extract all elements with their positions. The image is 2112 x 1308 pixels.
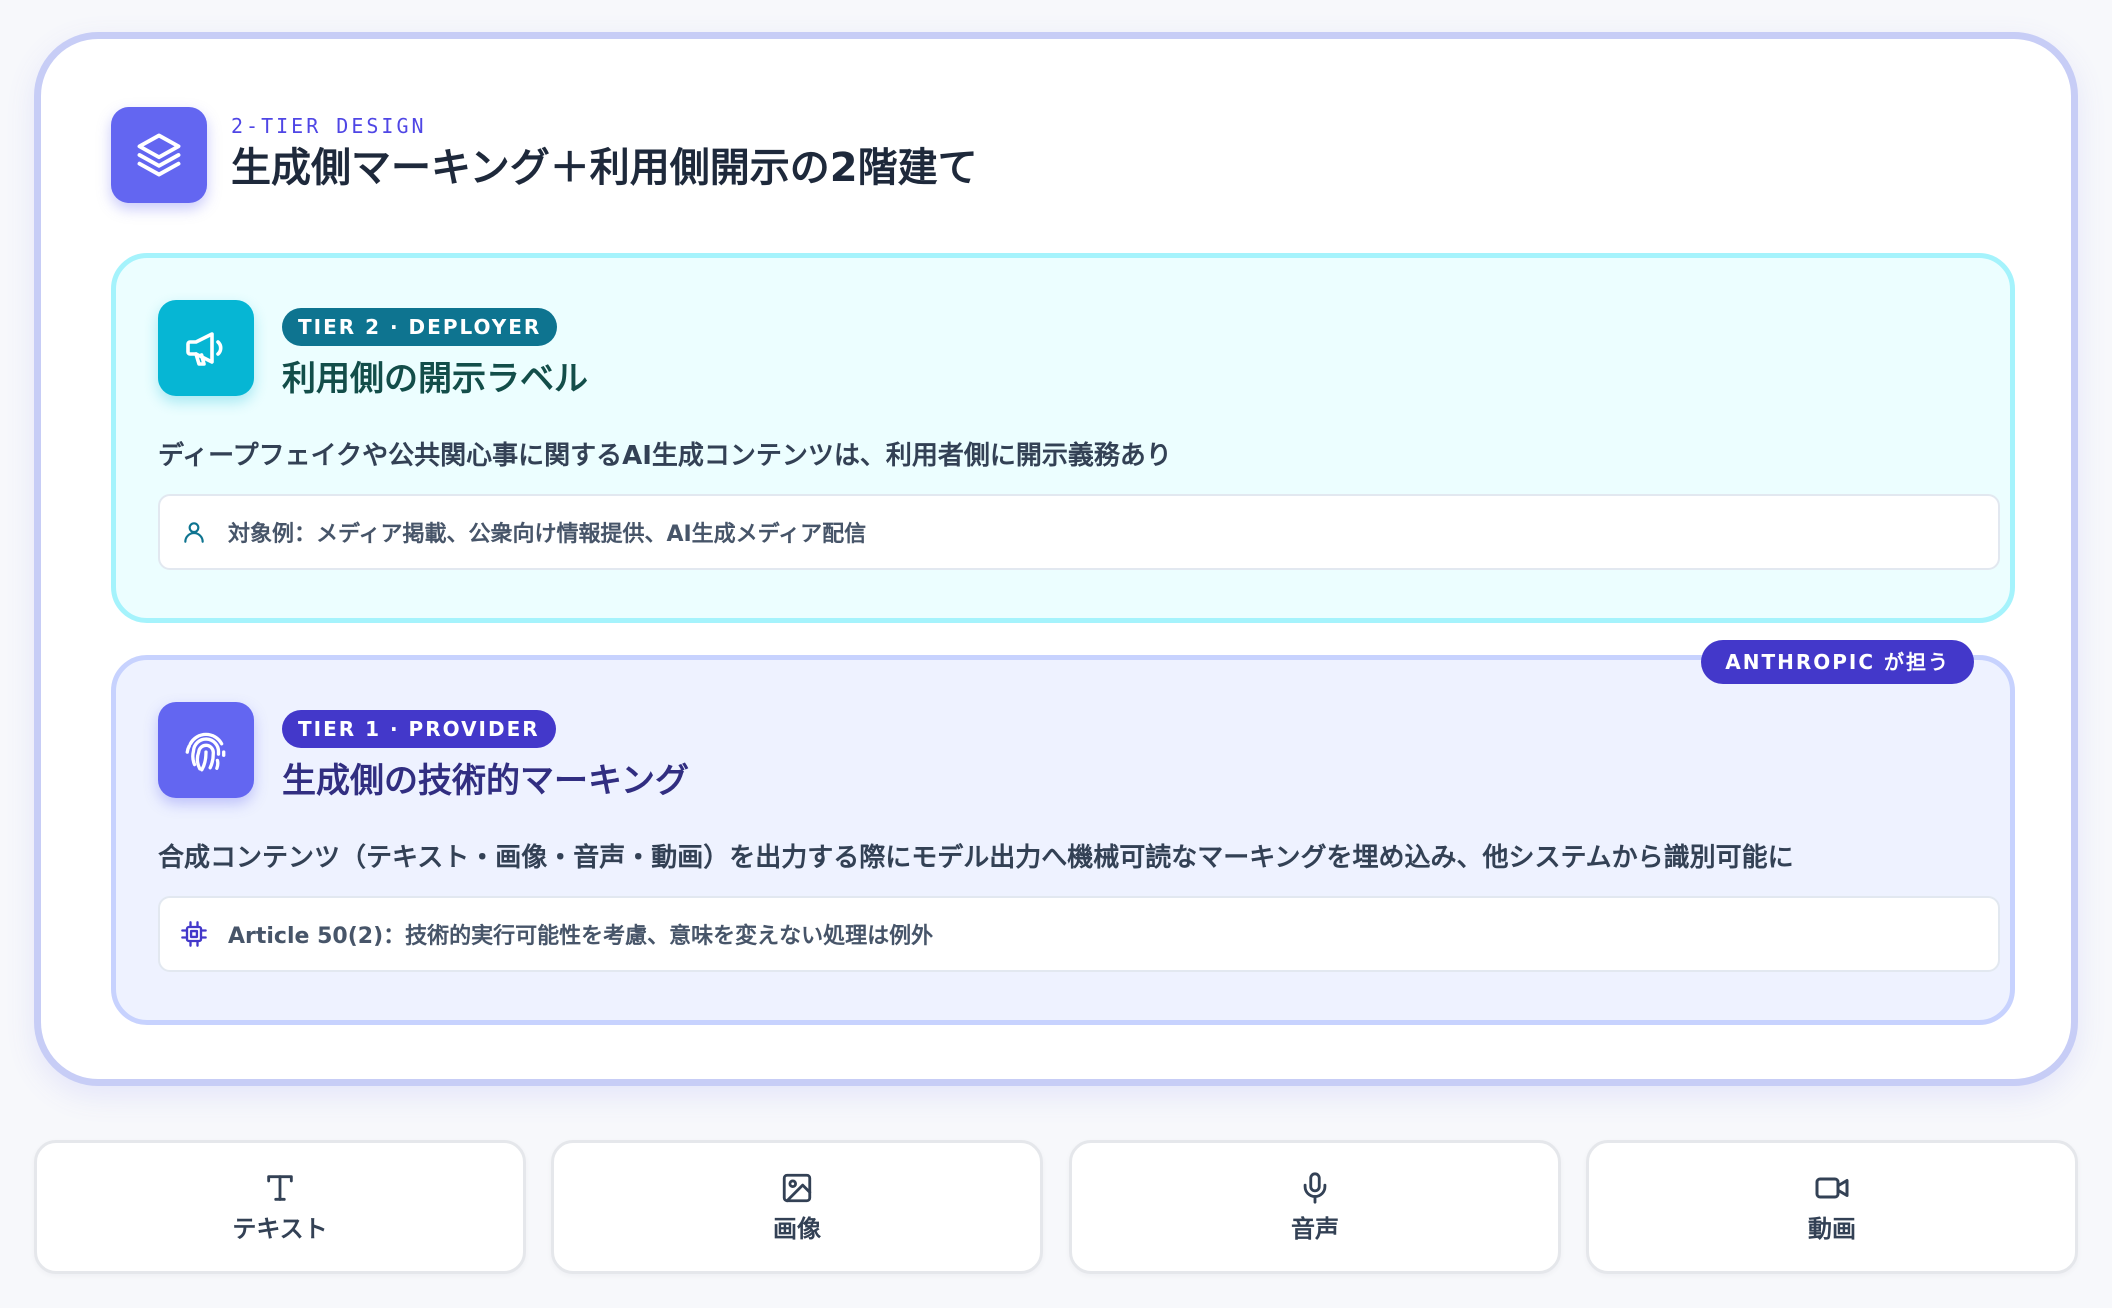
tier2-description: ディープフェイクや公共関心事に関するAI生成コンテンツは、利用者側に開示義務あり — [158, 441, 1172, 471]
microphone-icon — [1297, 1170, 1333, 1206]
text-icon — [262, 1170, 298, 1206]
media-button-audio[interactable]: 音声 — [1069, 1140, 1561, 1274]
tier1-description: 合成コンテンツ（テキスト・画像・音声・動画）を出力する際にモデル出力へ機械可読な… — [158, 843, 1794, 873]
megaphone-icon — [158, 300, 254, 396]
media-label-video: 動画 — [1808, 1215, 1856, 1243]
user-icon — [180, 518, 208, 546]
media-label-image: 画像 — [773, 1215, 821, 1243]
tier1-note-text: Article 50(2)：技術的実行可能性を考慮、意味を変えない処理は例外 — [228, 924, 934, 949]
media-label-audio: 音声 — [1291, 1215, 1339, 1243]
tier1-card: ANTHROPIC が担う TIER 1 · PROVIDER 生成側の技術的マ… — [111, 640, 2015, 1025]
fingerprint-icon — [158, 702, 254, 798]
tier2-badge: TIER 2 · DEPLOYER — [282, 308, 558, 346]
tier2-note: 対象例：メディア掲載、公衆向け情報提供、AI生成メディア配信 — [158, 494, 2000, 570]
media-button-image[interactable]: 画像 — [551, 1140, 1043, 1274]
main-card: 2-TIER DESIGN 生成側マーキング＋利用側開示の2階建て TIER 2… — [34, 32, 2078, 1086]
chip-icon — [180, 920, 208, 948]
header-text: 2-TIER DESIGN 生成側マーキング＋利用側開示の2階建て — [231, 114, 978, 194]
owner-badge: ANTHROPIC が担う — [1701, 640, 1974, 684]
tier2-card: TIER 2 · DEPLOYER 利用側の開示ラベル ディープフェイクや公共関… — [111, 253, 2015, 623]
page-title: 生成側マーキング＋利用側開示の2階建て — [231, 145, 978, 191]
media-button-video[interactable]: 動画 — [1586, 1140, 2078, 1274]
tier1-badge: TIER 1 · PROVIDER — [282, 710, 556, 748]
media-type-row: テキスト 画像 音声 動画 — [34, 1140, 2078, 1274]
tier1-title: 生成側の技術的マーキング — [282, 761, 689, 801]
media-button-text[interactable]: テキスト — [34, 1140, 526, 1274]
video-icon — [1814, 1170, 1850, 1206]
eyebrow: 2-TIER DESIGN — [231, 114, 427, 138]
header: 2-TIER DESIGN 生成側マーキング＋利用側開示の2階建て — [111, 107, 978, 203]
image-icon — [779, 1170, 815, 1206]
tier1-note: Article 50(2)：技術的実行可能性を考慮、意味を変えない処理は例外 — [158, 896, 2000, 972]
tier2-title: 利用側の開示ラベル — [282, 359, 588, 399]
media-label-text: テキスト — [232, 1215, 328, 1243]
tier2-note-text: 対象例：メディア掲載、公衆向け情報提供、AI生成メディア配信 — [228, 522, 867, 547]
layers-icon — [111, 107, 207, 203]
